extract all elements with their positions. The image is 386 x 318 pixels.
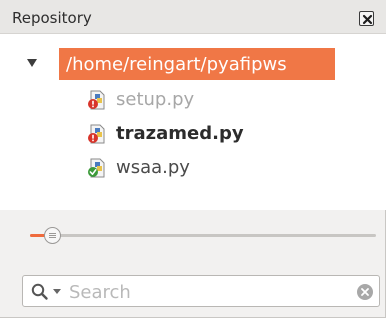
tree-root-item[interactable]: /home/reingart/pyafipws [59,48,335,80]
python-file-modified-icon [88,90,105,110]
file-label: wsaa.py [116,157,190,178]
file-label: setup.py [116,89,195,110]
tree-root-label: /home/reingart/pyafipws [66,54,287,75]
zoom-slider[interactable] [30,224,376,248]
grip-icon [48,233,56,238]
repository-panel: Repository /home/reingart/pyafipws setup… [0,0,386,318]
search-box [22,275,380,307]
expanded-triangle-icon[interactable] [26,58,38,68]
search-input[interactable] [69,280,349,304]
tree-item-wsaa-py[interactable]: wsaa.py [87,155,307,181]
panel-title: Repository [12,9,92,27]
python-file-modified-icon [88,124,105,144]
slider-track[interactable] [30,234,376,237]
repository-tree: /home/reingart/pyafipws setup.py trazame… [0,34,386,210]
panel-header: Repository [0,0,386,34]
clear-icon [361,288,369,296]
clear-search-button[interactable] [357,284,373,300]
close-icon [362,14,373,25]
tree-item-trazamed-py[interactable]: trazamed.py [87,121,307,147]
slider-handle[interactable] [43,227,61,244]
chevron-down-icon[interactable] [53,289,61,294]
tree-item-setup-py[interactable]: setup.py [87,87,307,113]
python-file-ok-icon [88,158,105,178]
search-icon[interactable] [31,283,49,301]
file-label: trazamed.py [116,123,244,144]
close-button[interactable] [359,11,374,26]
